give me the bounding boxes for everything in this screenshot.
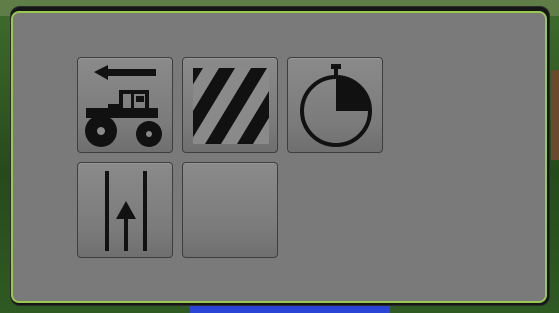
stopwatch-icon — [300, 64, 372, 147]
dialog-panel — [11, 11, 547, 303]
empty-tile[interactable] — [182, 162, 278, 258]
scene-right-edge — [551, 70, 559, 160]
tractor-reverse-tile[interactable] — [77, 57, 173, 153]
diagonal-stripes-icon — [193, 68, 269, 144]
guidance-lines-tile[interactable] — [77, 162, 173, 258]
stripes-tile[interactable] — [182, 57, 278, 153]
stopwatch-tile[interactable] — [287, 57, 383, 153]
guidance-lines-icon — [105, 171, 147, 251]
tractor-reverse-icon — [85, 65, 162, 147]
